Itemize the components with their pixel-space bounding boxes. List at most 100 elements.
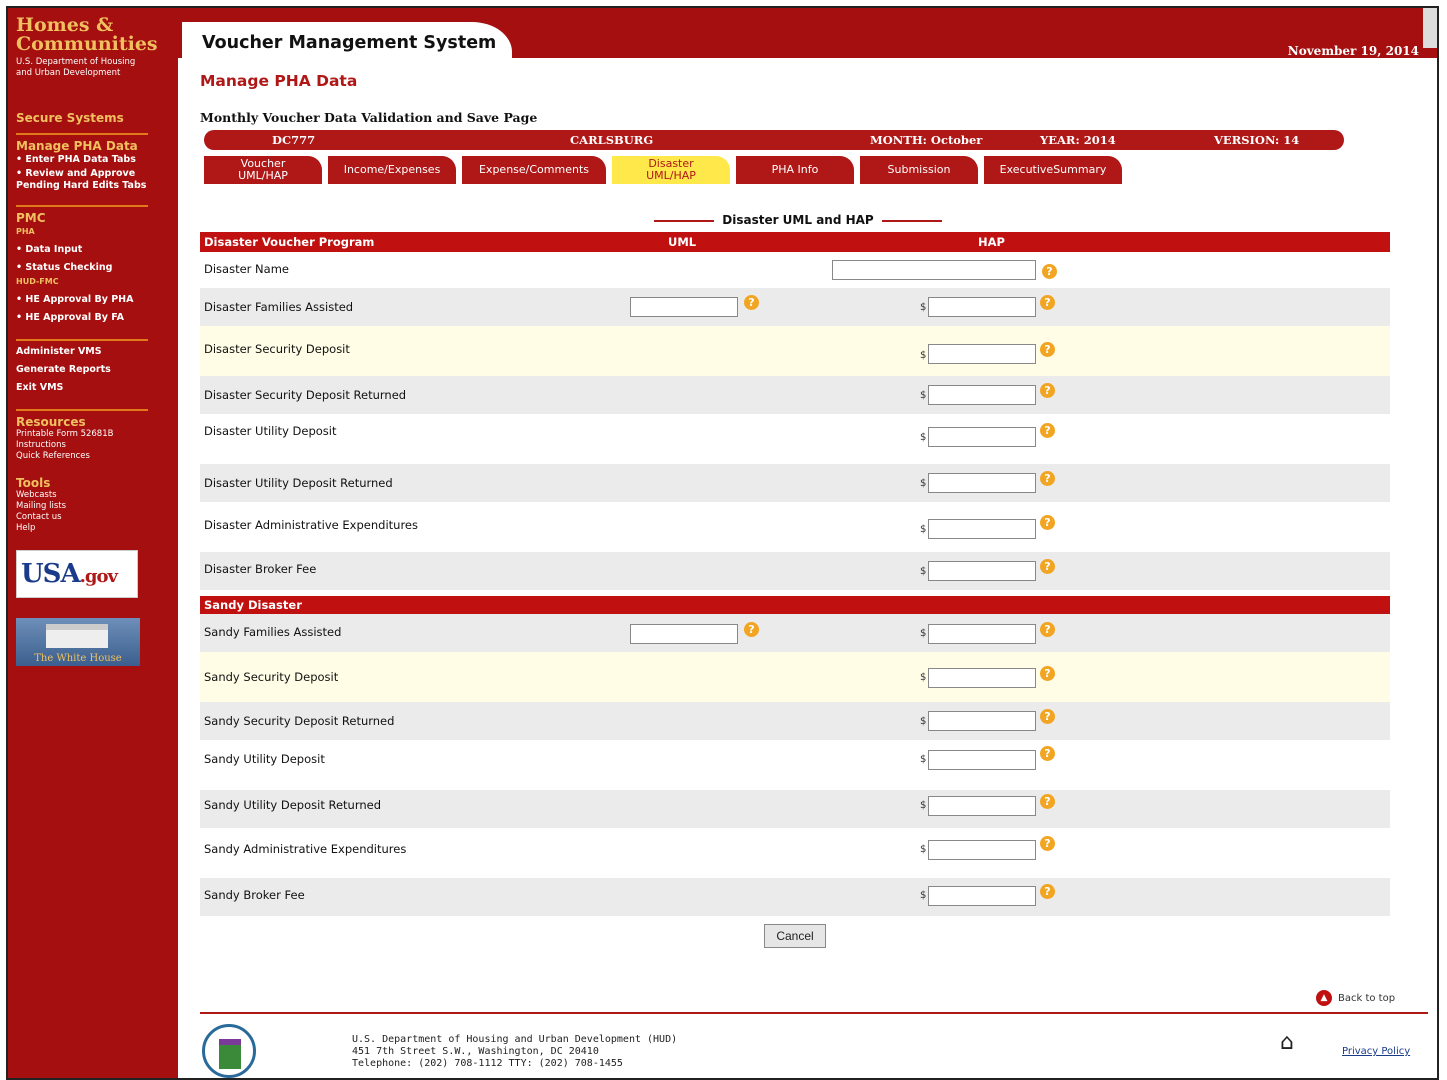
dollar-sign: $ bbox=[920, 302, 927, 313]
dollar-sign: $ bbox=[920, 754, 927, 765]
sidebar-secure-systems[interactable]: Secure Systems bbox=[16, 111, 172, 125]
sidebar-resources: Resources bbox=[16, 415, 86, 429]
sidebar-manage-pha[interactable]: Manage PHA Data bbox=[16, 139, 172, 153]
row-label: Disaster Name bbox=[204, 262, 289, 276]
sandy-table: Sandy Disaster Sandy Families Assisted ?… bbox=[200, 596, 1390, 916]
disaster-table: Disaster Voucher Program UML HAP Disaste… bbox=[200, 232, 1390, 590]
current-date: November 19, 2014 bbox=[1287, 44, 1419, 58]
help-icon[interactable]: ? bbox=[744, 295, 759, 310]
logo-sub1: U.S. Department of Housing bbox=[16, 57, 136, 67]
sidebar-item-enter-tabs[interactable]: • Enter PHA Data Tabs bbox=[16, 153, 172, 167]
row-label: Disaster Security Deposit Returned bbox=[204, 388, 407, 402]
tab-pha-info[interactable]: PHA Info bbox=[736, 156, 854, 184]
help-icon[interactable]: ? bbox=[1040, 342, 1055, 357]
sidebar-item-he-fa[interactable]: • HE Approval By FA bbox=[16, 311, 172, 325]
disaster-utility-deposit-returned-input[interactable] bbox=[928, 473, 1036, 493]
sidebar-link-quick-ref[interactable]: Quick References bbox=[16, 451, 172, 462]
sandy-header: Sandy Disaster bbox=[204, 598, 302, 612]
sandy-utility-deposit-input[interactable] bbox=[928, 750, 1036, 770]
help-icon[interactable]: ? bbox=[1040, 746, 1055, 761]
sidebar-item-pending[interactable]: Pending Hard Edits Tabs bbox=[16, 181, 172, 191]
disaster-families-uml-input[interactable] bbox=[630, 297, 738, 317]
sandy-utility-deposit-returned-input[interactable] bbox=[928, 796, 1036, 816]
sandy-admin-expenditures-input[interactable] bbox=[928, 840, 1036, 860]
tab-disaster-uml-hap[interactable]: Disaster UML/HAP bbox=[612, 156, 730, 184]
help-icon[interactable]: ? bbox=[1040, 383, 1055, 398]
tab-expense-comments[interactable]: Expense/Comments bbox=[462, 156, 606, 184]
white-house-badge[interactable]: The White House bbox=[16, 618, 140, 666]
disaster-security-deposit-input[interactable] bbox=[928, 344, 1036, 364]
sidebar-link-printable[interactable]: Printable Form 52681B bbox=[16, 429, 172, 440]
report-month: MONTH: October bbox=[870, 133, 983, 147]
dollar-sign: $ bbox=[920, 390, 927, 401]
help-icon[interactable]: ? bbox=[1040, 836, 1055, 851]
help-icon[interactable]: ? bbox=[1040, 794, 1055, 809]
help-icon[interactable]: ? bbox=[1040, 471, 1055, 486]
sidebar-link-contact[interactable]: Contact us bbox=[16, 512, 172, 523]
pha-code: DC777 bbox=[272, 133, 316, 147]
disaster-security-deposit-returned-input[interactable] bbox=[928, 385, 1036, 405]
table-row: Disaster Security Deposit $ ? bbox=[200, 326, 1390, 376]
privacy-policy-link[interactable]: Privacy Policy bbox=[1342, 1046, 1410, 1057]
tab-submission[interactable]: Submission bbox=[860, 156, 978, 184]
usa-text: USA bbox=[21, 559, 81, 589]
help-icon[interactable]: ? bbox=[744, 622, 759, 637]
help-icon[interactable]: ? bbox=[1040, 515, 1055, 530]
tab-voucher-uml-hap[interactable]: Voucher UML/HAP bbox=[204, 156, 322, 184]
sidebar-item-data-input[interactable]: • Data Input bbox=[16, 243, 172, 257]
help-icon[interactable]: ? bbox=[1040, 884, 1055, 899]
address-line2: 451 7th Street S.W., Washington, DC 2041… bbox=[352, 1046, 599, 1057]
sandy-families-uml-input[interactable] bbox=[630, 624, 738, 644]
dollar-sign: $ bbox=[920, 628, 927, 639]
table-row: Sandy Security Deposit Returned $ ? bbox=[200, 702, 1390, 740]
usa-gov-badge[interactable]: USA.gov bbox=[16, 550, 138, 598]
dollar-sign: $ bbox=[920, 844, 927, 855]
back-to-top-link[interactable]: ▲ Back to top bbox=[1316, 990, 1395, 1006]
help-icon[interactable]: ? bbox=[1040, 709, 1055, 724]
section-title: Disaster UML and HAP bbox=[648, 213, 948, 227]
sidebar-hud-fmc: HUD-FMC bbox=[16, 277, 59, 286]
cancel-button[interactable]: Cancel bbox=[764, 924, 826, 948]
table-row: Disaster Families Assisted ? $ ? bbox=[200, 288, 1390, 326]
sandy-broker-fee-input[interactable] bbox=[928, 886, 1036, 906]
hud-logo[interactable]: Homes & Communities bbox=[16, 16, 172, 54]
sidebar-item-exit[interactable]: Exit VMS bbox=[16, 381, 172, 395]
table-row: Sandy Administrative Expenditures $ ? bbox=[200, 828, 1390, 878]
disaster-broker-fee-input[interactable] bbox=[928, 561, 1036, 581]
tab-executive-summary[interactable]: ExecutiveSummary bbox=[984, 156, 1122, 184]
sidebar-item-he-pha[interactable]: • HE Approval By PHA bbox=[16, 293, 172, 307]
dollar-sign: $ bbox=[920, 566, 927, 577]
tab-income-expenses[interactable]: Income/Expenses bbox=[328, 156, 456, 184]
scrollbar[interactable] bbox=[1423, 8, 1437, 48]
disaster-program-header: Disaster Voucher Program bbox=[204, 235, 375, 249]
sandy-security-deposit-input[interactable] bbox=[928, 668, 1036, 688]
sidebar-link-mailing[interactable]: Mailing lists bbox=[16, 501, 172, 512]
help-icon[interactable]: ? bbox=[1040, 559, 1055, 574]
help-icon[interactable]: ? bbox=[1040, 666, 1055, 681]
disaster-admin-expenditures-input[interactable] bbox=[928, 519, 1036, 539]
sidebar-link-help[interactable]: Help bbox=[16, 523, 172, 534]
sidebar-item-review-approve[interactable]: • Review and Approve bbox=[16, 167, 172, 181]
sandy-families-hap-input[interactable] bbox=[928, 624, 1036, 644]
disaster-families-hap-input[interactable] bbox=[928, 297, 1036, 317]
help-icon[interactable]: ? bbox=[1040, 295, 1055, 310]
disaster-name-input[interactable] bbox=[832, 260, 1036, 280]
help-icon[interactable]: ? bbox=[1042, 264, 1057, 279]
system-title: Voucher Management System bbox=[202, 33, 497, 53]
sidebar-link-webcasts[interactable]: Webcasts bbox=[16, 490, 172, 501]
table-row: Disaster Utility Deposit Returned $ ? bbox=[200, 464, 1390, 502]
page-title: Manage PHA Data bbox=[200, 72, 358, 90]
dollar-sign: $ bbox=[920, 524, 927, 535]
help-icon[interactable]: ? bbox=[1040, 622, 1055, 637]
sandy-security-deposit-returned-input[interactable] bbox=[928, 711, 1036, 731]
sidebar-link-instructions[interactable]: Instructions bbox=[16, 440, 172, 451]
dollar-sign: $ bbox=[920, 800, 927, 811]
table-row: Disaster Utility Deposit $ ? bbox=[200, 414, 1390, 464]
disaster-utility-deposit-input[interactable] bbox=[928, 427, 1036, 447]
sidebar-item-administer[interactable]: Administer VMS bbox=[16, 345, 172, 359]
report-version: VERSION: 14 bbox=[1214, 133, 1300, 147]
help-icon[interactable]: ? bbox=[1040, 423, 1055, 438]
dollar-sign: $ bbox=[920, 432, 927, 443]
sidebar-item-status-checking[interactable]: • Status Checking bbox=[16, 261, 172, 275]
sidebar-item-generate[interactable]: Generate Reports bbox=[16, 363, 172, 377]
